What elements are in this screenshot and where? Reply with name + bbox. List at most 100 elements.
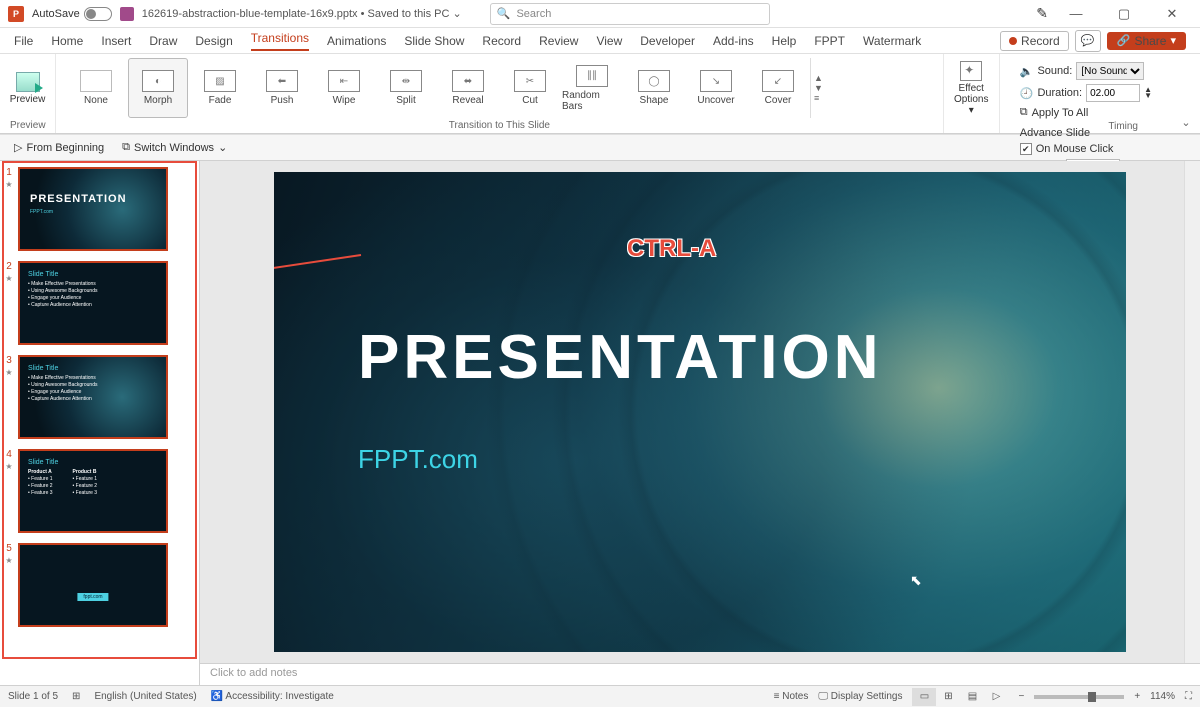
transition-icon: ✂ xyxy=(514,70,546,92)
menu-animations[interactable]: Animations xyxy=(327,34,386,48)
transition-shape[interactable]: ◯Shape xyxy=(624,58,684,118)
transition-group-label: Transition to This Slide xyxy=(66,118,933,131)
transition-icon: ⬌ xyxy=(452,70,484,92)
slide-preview[interactable]: PRESENTATION FPPT.com CTRL-A ⬉ xyxy=(274,172,1126,652)
language-indicator[interactable]: English (United States) xyxy=(94,691,196,702)
animation-star-icon: ★ xyxy=(5,368,12,377)
from-beginning-button[interactable]: ▷ From Beginning xyxy=(10,139,108,156)
menu-design[interactable]: Design xyxy=(195,34,232,48)
transition-split[interactable]: ⇹Split xyxy=(376,58,436,118)
ribbon-collapse-button[interactable]: ⌄ xyxy=(1172,54,1200,133)
menu-slideshow[interactable]: Slide Show xyxy=(404,34,464,48)
transition-icon: ∥∥ xyxy=(576,65,608,87)
apply-all-icon: ⧉ xyxy=(1020,106,1028,119)
slide-thumbnail-5[interactable]: fppt.com xyxy=(18,543,168,627)
apply-to-all-button[interactable]: ⧉ Apply To All xyxy=(1020,106,1152,119)
sorter-view-button[interactable]: ⊞ xyxy=(936,688,960,706)
search-icon: 🔍 xyxy=(497,7,511,20)
menu-transitions[interactable]: Transitions xyxy=(251,31,309,51)
transition-gallery-more[interactable]: ▲▼≡ xyxy=(810,58,824,118)
zoom-out-button[interactable]: − xyxy=(1018,691,1024,702)
zoom-in-button[interactable]: + xyxy=(1134,691,1140,702)
thumbnail-number: 3★ xyxy=(4,355,14,377)
accessibility-icon: ⊞ xyxy=(72,691,80,702)
slide-thumbnail-panel[interactable]: 1★PRESENTATIONFPPT.com2★Slide Title• Mak… xyxy=(0,161,200,685)
menu-developer[interactable]: Developer xyxy=(640,34,695,48)
transition-icon: ◯ xyxy=(638,70,670,92)
menu-fppt[interactable]: FPPT xyxy=(814,34,845,48)
transition-icon: ◐ xyxy=(142,70,174,92)
zoom-slider[interactable] xyxy=(1034,695,1124,699)
transition-cut[interactable]: ✂Cut xyxy=(500,58,560,118)
save-icon[interactable] xyxy=(120,7,134,21)
ctrl-a-annotation: CTRL-A xyxy=(627,235,716,263)
transition-fade[interactable]: ▨Fade xyxy=(190,58,250,118)
animation-star-icon: ★ xyxy=(5,180,12,189)
menu-watermark[interactable]: Watermark xyxy=(863,34,921,48)
display-settings-button[interactable]: 🖵 Display Settings xyxy=(818,691,902,702)
sound-select[interactable]: [No Sound] xyxy=(1076,62,1144,80)
chevron-down-icon: ⌄ xyxy=(218,141,227,154)
ribbon: Preview Preview None◐Morph▨Fade⬅Push⇤Wip… xyxy=(0,54,1200,134)
menu-review[interactable]: Review xyxy=(539,34,578,48)
menu-insert[interactable]: Insert xyxy=(101,34,131,48)
menu-record[interactable]: Record xyxy=(482,34,521,48)
autosave-label: AutoSave xyxy=(32,8,80,20)
document-title: 162619-abstraction-blue-template-16x9.pp… xyxy=(142,7,462,20)
transition-icon: ⬅ xyxy=(266,70,298,92)
slide-thumbnail-4[interactable]: Slide TitleProduct A• Feature 1• Feature… xyxy=(18,449,168,533)
close-button[interactable]: ✕ xyxy=(1152,0,1192,28)
notes-placeholder: Click to add notes xyxy=(210,667,297,679)
menu-home[interactable]: Home xyxy=(51,34,83,48)
autosave-toggle[interactable]: AutoSave xyxy=(32,7,112,21)
search-input[interactable]: 🔍 Search xyxy=(490,3,770,25)
transition-random-bars[interactable]: ∥∥Random Bars xyxy=(562,58,622,118)
thumbnail-row: 1★PRESENTATIONFPPT.com xyxy=(4,167,195,251)
menu-addins[interactable]: Add-ins xyxy=(713,34,754,48)
slide-thumbnail-1[interactable]: PRESENTATIONFPPT.com xyxy=(18,167,168,251)
record-button[interactable]: Record xyxy=(1000,31,1069,51)
comments-button[interactable]: 💬 xyxy=(1075,30,1101,52)
maximize-button[interactable]: ▢ xyxy=(1104,0,1144,28)
menu-view[interactable]: View xyxy=(596,34,622,48)
transition-none[interactable]: None xyxy=(66,58,126,118)
thumbnail-row: 3★Slide Title• Make Effective Presentati… xyxy=(4,355,195,439)
notes-button[interactable]: ≡ Notes xyxy=(774,691,809,702)
slide-counter[interactable]: Slide 1 of 5 xyxy=(8,691,58,702)
slide-thumbnail-2[interactable]: Slide Title• Make Effective Presentation… xyxy=(18,261,168,345)
transition-morph[interactable]: ◐Morph xyxy=(128,58,188,118)
fit-to-window-button[interactable]: ⛶ xyxy=(1185,691,1192,702)
spinner-icon[interactable]: ▲▼ xyxy=(1144,87,1152,100)
preview-button[interactable]: Preview xyxy=(10,72,46,105)
slide-thumbnail-3[interactable]: Slide Title• Make Effective Presentation… xyxy=(18,355,168,439)
menu-file[interactable]: File xyxy=(14,34,33,48)
vertical-scrollbar[interactable] xyxy=(1184,161,1200,663)
on-mouse-click-checkbox[interactable]: ✔ xyxy=(1020,143,1032,155)
thumbnail-number: 4★ xyxy=(4,449,14,471)
zoom-percent[interactable]: 114% xyxy=(1150,691,1175,702)
switch-windows-button[interactable]: ⧉ Switch Windows ⌄ xyxy=(118,139,231,156)
animation-star-icon: ★ xyxy=(5,462,12,471)
menu-help[interactable]: Help xyxy=(772,34,797,48)
search-placeholder: Search xyxy=(516,8,551,20)
transition-reveal[interactable]: ⬌Reveal xyxy=(438,58,498,118)
thumbnail-row: 4★Slide TitleProduct A• Feature 1• Featu… xyxy=(4,449,195,533)
windows-icon: ⧉ xyxy=(122,141,130,154)
accessibility-status[interactable]: ♿ Accessibility: Investigate xyxy=(211,691,334,702)
slideshow-view-button[interactable]: ▷ xyxy=(984,688,1008,706)
transition-uncover[interactable]: ↘Uncover xyxy=(686,58,746,118)
transition-icon: ⇹ xyxy=(390,70,422,92)
effect-options-button[interactable]: ✦ EffectOptions ▾ xyxy=(954,61,989,116)
pen-icon[interactable]: ✎ xyxy=(1036,5,1048,22)
notes-pane[interactable]: Click to add notes xyxy=(200,663,1200,685)
duration-input[interactable] xyxy=(1086,84,1140,102)
transition-cover[interactable]: ↙Cover xyxy=(748,58,808,118)
menu-draw[interactable]: Draw xyxy=(149,34,177,48)
normal-view-button[interactable]: ▭ xyxy=(912,688,936,706)
transition-push[interactable]: ⬅Push xyxy=(252,58,312,118)
minimize-button[interactable]: — xyxy=(1056,0,1096,28)
share-button[interactable]: 🔗 Share ▾ xyxy=(1107,32,1186,50)
transition-wipe[interactable]: ⇤Wipe xyxy=(314,58,374,118)
reading-view-button[interactable]: ▤ xyxy=(960,688,984,706)
toggle-off-icon[interactable] xyxy=(84,7,112,21)
